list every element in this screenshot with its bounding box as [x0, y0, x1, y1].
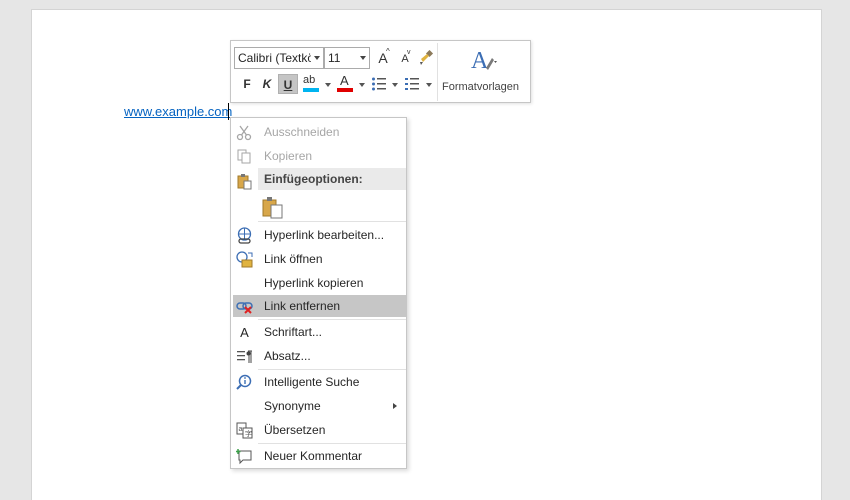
font-size-value: 11: [328, 51, 341, 65]
chevron-down-icon[interactable]: [359, 83, 365, 87]
menu-item-label: Kopieren: [264, 149, 313, 163]
svg-text:a: a: [239, 426, 243, 433]
menu-item-label: Hyperlink kopieren: [264, 276, 364, 290]
menu-item-copy-hyperlink[interactable]: Hyperlink kopieren: [233, 272, 406, 294]
menu-item-cut[interactable]: Ausschneiden: [233, 121, 406, 143]
chevron-down-icon: [314, 56, 320, 60]
menu-item-label: Übersetzen: [264, 423, 326, 437]
menu-item-label: Synonyme: [264, 399, 321, 413]
numbered-list-icon: [405, 78, 419, 90]
styles-icon: A: [471, 48, 497, 74]
styles-label: Formatvorlagen: [442, 81, 520, 93]
chevron-down-icon[interactable]: [392, 83, 398, 87]
new-comment-icon: [236, 449, 252, 465]
menu-separator: [258, 319, 406, 320]
font-name-combo[interactable]: Calibri (Textkö: [234, 47, 324, 69]
bold-button[interactable]: F: [237, 74, 257, 94]
italic-button[interactable]: K: [257, 74, 277, 94]
smart-lookup-icon: [236, 374, 252, 390]
open-link-icon: [236, 251, 253, 268]
font-color-button[interactable]: A: [335, 72, 357, 92]
menu-item-label: Link öffnen: [264, 252, 323, 266]
shrink-font-button[interactable]: Av: [395, 49, 415, 69]
menu-separator: [258, 369, 406, 370]
font-icon: A: [240, 325, 249, 340]
bullets-button[interactable]: [369, 74, 389, 94]
translate-icon: a 字: [236, 422, 253, 439]
menu-item-new-comment[interactable]: Neuer Kommentar: [233, 445, 406, 467]
paragraph-icon: [237, 350, 252, 363]
menu-item-label: Intelligente Suche: [264, 375, 360, 389]
text-cursor: [228, 103, 229, 120]
format-painter-button[interactable]: [416, 48, 436, 68]
paste-options-header: Einfügeoptionen:: [258, 168, 406, 190]
edit-hyperlink-icon: [237, 227, 252, 244]
grow-font-button[interactable]: A ^: [373, 47, 393, 68]
menu-item-font[interactable]: A Schriftart...: [233, 321, 406, 343]
menu-item-edit-hyperlink[interactable]: Hyperlink bearbeiten...: [233, 224, 406, 246]
menu-separator: [258, 443, 406, 444]
font-name-value: Calibri (Textkö: [238, 51, 311, 65]
underline-button[interactable]: U: [278, 74, 298, 94]
paste-clipboard-icon: [262, 197, 283, 219]
menu-item-copy[interactable]: Kopieren: [233, 145, 406, 167]
remove-link-icon: [236, 302, 253, 314]
paste-keep-formatting-button[interactable]: [262, 196, 286, 220]
highlight-color-bar: [303, 88, 319, 92]
menu-item-label: Hyperlink bearbeiten...: [264, 228, 385, 242]
menu-item-paragraph[interactable]: Absatz...: [233, 345, 406, 367]
numbering-button[interactable]: [402, 74, 422, 94]
bullet-list-icon: [372, 77, 386, 91]
menu-item-label: Schriftart...: [264, 325, 323, 339]
chevron-right-icon: [393, 403, 397, 409]
chevron-down-icon: [360, 56, 366, 60]
menu-item-synonyms[interactable]: Synonyme: [233, 395, 406, 417]
chevron-down-icon[interactable]: [426, 83, 432, 87]
menu-item-label: Ausschneiden: [264, 125, 340, 139]
svg-text:A: A: [471, 48, 489, 74]
menu-item-remove-link[interactable]: Link entfernen: [233, 295, 406, 317]
scissors-icon: [236, 125, 252, 141]
chevron-down-icon[interactable]: [325, 83, 331, 87]
highlight-icon: ab: [303, 74, 316, 86]
format-painter-icon: [420, 49, 434, 65]
hyperlink-text[interactable]: www.example.com: [124, 104, 232, 119]
menu-separator: [258, 221, 406, 222]
menu-item-open-link[interactable]: Link öffnen: [233, 248, 406, 270]
menu-item-label: Neuer Kommentar: [264, 449, 363, 463]
context-menu: Ausschneiden Kopieren Einfügeoptionen: H…: [230, 117, 407, 469]
menu-item-label: Absatz...: [264, 349, 311, 363]
menu-item-translate[interactable]: a 字 Übersetzen: [233, 419, 406, 441]
clipboard-icon: [237, 174, 252, 190]
copy-icon: [237, 149, 251, 164]
mini-toolbar: Calibri (Textkö 11 A ^ Av F K U ab A A F…: [230, 40, 531, 103]
highlight-button[interactable]: ab: [301, 72, 323, 92]
menu-item-smart-lookup[interactable]: Intelligente Suche: [233, 371, 406, 393]
menu-item-label: Link entfernen: [264, 299, 341, 313]
font-size-combo[interactable]: 11: [324, 47, 370, 69]
font-color-bar: [337, 88, 353, 92]
svg-text:字: 字: [245, 429, 252, 438]
styles-button[interactable]: A Formatvorlagen: [437, 43, 531, 101]
